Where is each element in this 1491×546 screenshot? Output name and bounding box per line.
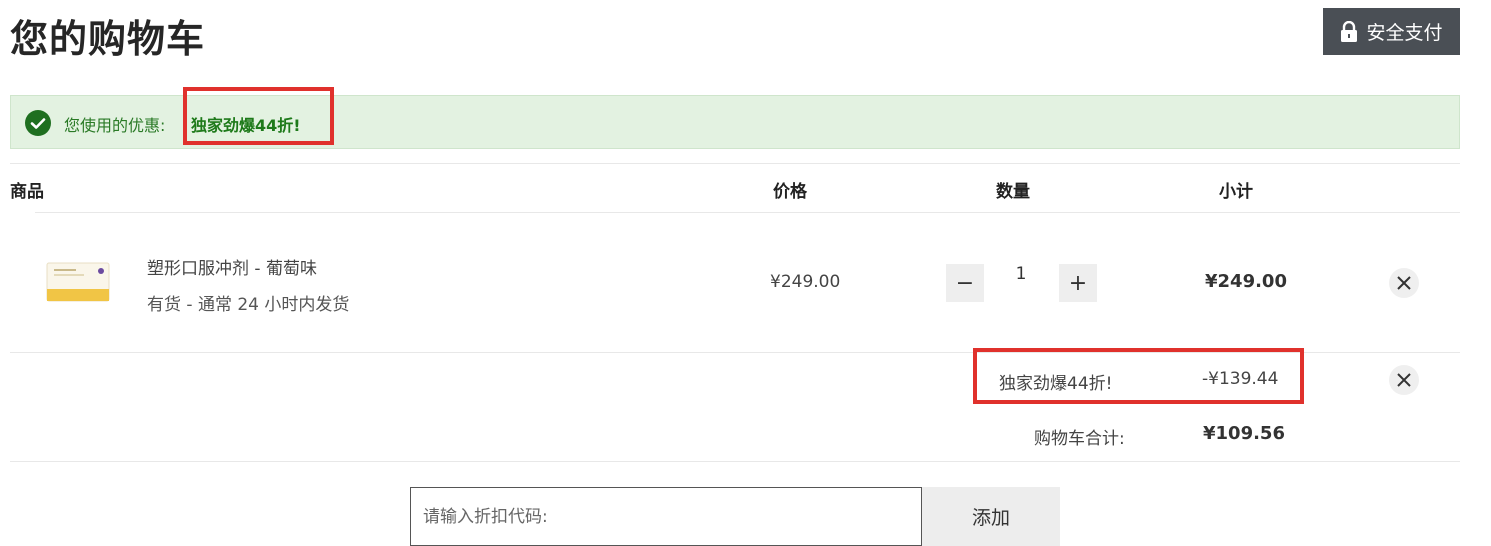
item-subtotal: ¥249.00 xyxy=(1205,271,1287,292)
column-header-product: 商品 xyxy=(10,182,44,202)
quantity-increase-button[interactable]: + xyxy=(1059,264,1097,302)
quantity-value[interactable]: 1 xyxy=(1012,264,1030,284)
product-name-link[interactable]: 塑形口服冲剂 - 葡萄味 xyxy=(147,254,317,279)
cart-total-value: ¥109.56 xyxy=(1203,423,1285,444)
stock-status: 有货 - 通常 24 小时内发货 xyxy=(147,295,350,315)
column-header-subtotal: 小计 xyxy=(1219,182,1253,202)
remove-discount-button[interactable] xyxy=(1389,365,1419,395)
check-circle-icon xyxy=(25,110,51,136)
highlight-box-discount xyxy=(973,348,1304,404)
secure-checkout-button[interactable]: 安全支付 xyxy=(1323,8,1460,55)
banner-text: 您使用的优惠: xyxy=(64,116,166,135)
divider xyxy=(10,461,1460,462)
cart-total-label: 购物车合计: xyxy=(1034,429,1125,449)
secure-checkout-label: 安全支付 xyxy=(1366,22,1443,44)
item-price: ¥249.00 xyxy=(770,272,841,292)
column-header-quantity: 数量 xyxy=(996,182,1030,202)
lock-icon xyxy=(1341,20,1358,42)
discount-code-input[interactable] xyxy=(410,487,922,546)
add-coupon-button[interactable]: 添加 xyxy=(922,487,1060,546)
page-title: 您的购物车 xyxy=(10,17,206,61)
quantity-decrease-button[interactable]: − xyxy=(946,264,984,302)
divider xyxy=(10,163,1460,164)
product-thumbnail[interactable] xyxy=(46,261,110,303)
close-icon xyxy=(1397,276,1411,290)
close-icon xyxy=(1397,373,1411,387)
remove-item-button[interactable] xyxy=(1389,268,1419,298)
column-header-price: 价格 xyxy=(773,182,807,202)
highlight-box-coupon xyxy=(183,87,334,145)
